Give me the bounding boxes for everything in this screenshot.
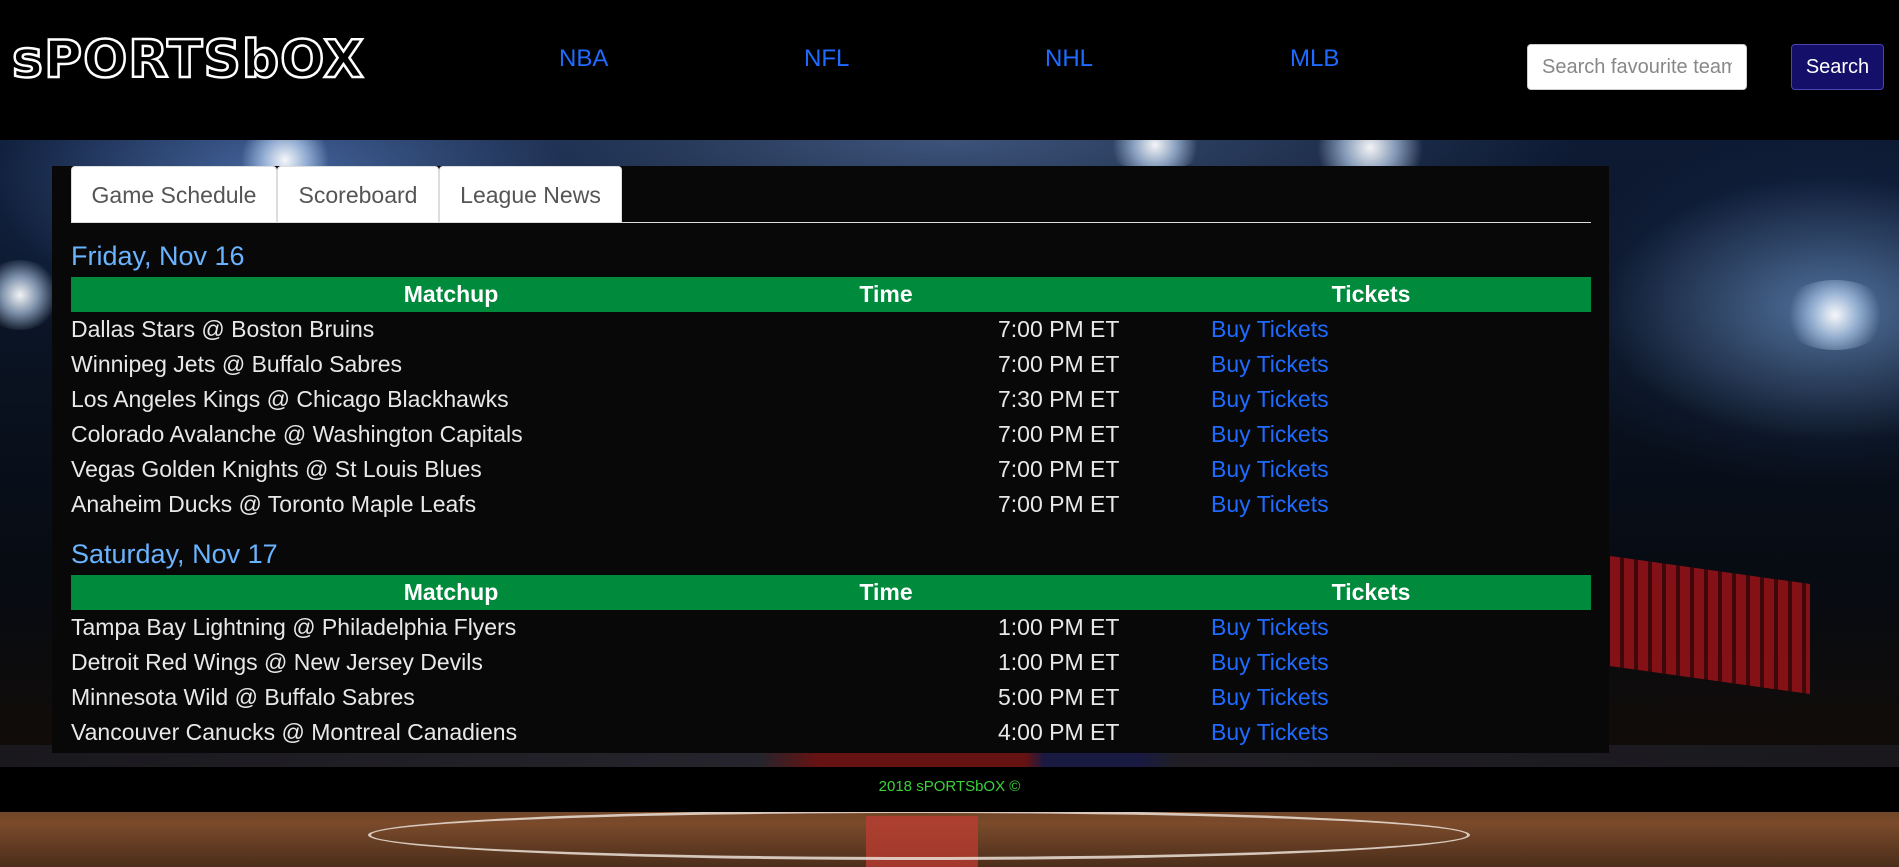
time-cell: 7:00 PM ET [998, 421, 1120, 447]
nav-link-nfl[interactable]: NFL [804, 44, 849, 74]
buy-tickets-link[interactable]: Buy Tickets [1211, 452, 1329, 487]
tab-game-schedule[interactable]: Game Schedule [71, 166, 277, 222]
matchup-cell: Detroit Red Wings @ New Jersey Devils [71, 649, 483, 675]
tab-league-news[interactable]: League News [439, 166, 622, 222]
matchup-cell: Los Angeles Kings @ Chicago Blackhawks [71, 386, 509, 412]
time-cell: 5:00 PM ET [998, 684, 1120, 710]
buy-tickets-link[interactable]: Buy Tickets [1211, 417, 1329, 452]
table-row: Vancouver Canucks @ Montreal Canadiens 4… [71, 715, 1591, 750]
time-cell: 7:00 PM ET [998, 316, 1120, 342]
time-cell: 1:00 PM ET [998, 614, 1120, 640]
buy-tickets-link[interactable]: Buy Tickets [1211, 312, 1329, 347]
matchup-cell: Vegas Golden Knights @ St Louis Blues [71, 456, 482, 482]
table-row: Vegas Golden Knights @ St Louis Blues 7:… [71, 452, 1591, 487]
nav-link-mlb[interactable]: MLB [1290, 44, 1339, 74]
matchup-cell: Anaheim Ducks @ Toronto Maple Leafs [71, 491, 477, 517]
search-input[interactable] [1527, 44, 1747, 90]
buy-tickets-link[interactable]: Buy Tickets [1211, 645, 1329, 680]
table-row: Detroit Red Wings @ New Jersey Devils 1:… [71, 645, 1591, 680]
table-row: Colorado Avalanche @ Washington Capitals… [71, 417, 1591, 452]
table-row: Tampa Bay Lightning @ Philadelphia Flyer… [71, 610, 1591, 645]
buy-tickets-link[interactable]: Buy Tickets [1211, 715, 1329, 750]
buy-tickets-link[interactable]: Buy Tickets [1211, 347, 1329, 382]
buy-tickets-link[interactable]: Buy Tickets [1211, 610, 1329, 645]
time-cell: 7:30 PM ET [998, 386, 1120, 412]
tab-scoreboard[interactable]: Scoreboard [277, 166, 439, 222]
search-button[interactable]: Search [1791, 44, 1884, 90]
table-row: Los Angeles Kings @ Chicago Blackhawks 7… [71, 382, 1591, 417]
table-header: Matchup Time Tickets [71, 277, 1591, 312]
time-cell: 7:00 PM ET [998, 456, 1120, 482]
matchup-cell: Minnesota Wild @ Buffalo Sabres [71, 684, 415, 710]
table-row: Anaheim Ducks @ Toronto Maple Leafs 7:00… [71, 487, 1591, 522]
site-footer: 2018 sPORTSbOX © [0, 767, 1899, 812]
matchup-cell: Tampa Bay Lightning @ Philadelphia Flyer… [71, 614, 517, 640]
column-header-matchup: Matchup [403, 281, 499, 307]
table-row: Dallas Stars @ Boston Bruins 7:00 PM ET … [71, 312, 1591, 347]
tab-divider [71, 222, 1591, 223]
buy-tickets-link[interactable]: Buy Tickets [1211, 382, 1329, 417]
column-header-time: Time [859, 579, 913, 605]
column-header-matchup: Matchup [403, 579, 499, 605]
matchup-cell: Vancouver Canucks @ Montreal Canadiens [71, 719, 518, 745]
time-cell: 4:00 PM ET [998, 719, 1120, 745]
time-cell: 1:00 PM ET [998, 649, 1120, 675]
buy-tickets-link[interactable]: Buy Tickets [1211, 487, 1329, 522]
day-title-friday: Friday, Nov 16 [71, 241, 245, 271]
column-header-tickets: Tickets [1331, 579, 1411, 605]
matchup-cell: Dallas Stars @ Boston Bruins [71, 316, 375, 342]
buy-tickets-link[interactable]: Buy Tickets [1211, 680, 1329, 715]
column-header-tickets: Tickets [1331, 281, 1411, 307]
site-header: sPORTSbOX NBA NFL NHL MLB Search [0, 0, 1899, 140]
table-header: Matchup Time Tickets [71, 575, 1591, 610]
page: sPORTSbOX NBA NFL NHL MLB Search Game Sc… [0, 0, 1899, 867]
time-cell: 7:00 PM ET [998, 351, 1120, 377]
court-center-circle [368, 810, 1470, 860]
nav-link-nba[interactable]: NBA [559, 44, 608, 74]
site-logo[interactable]: sPORTSbOX [11, 29, 365, 92]
table-row: Minnesota Wild @ Buffalo Sabres 5:00 PM … [71, 680, 1591, 715]
nav-link-nhl[interactable]: NHL [1045, 44, 1093, 74]
footer-copyright: 2018 sPORTSbOX © [878, 778, 1021, 795]
column-header-time: Time [859, 281, 913, 307]
table-row: Winnipeg Jets @ Buffalo Sabres 7:00 PM E… [71, 347, 1591, 382]
matchup-cell: Winnipeg Jets @ Buffalo Sabres [71, 351, 403, 377]
matchup-cell: Colorado Avalanche @ Washington Capitals [71, 421, 523, 447]
day-title-saturday: Saturday, Nov 17 [71, 539, 278, 569]
time-cell: 7:00 PM ET [998, 491, 1120, 517]
